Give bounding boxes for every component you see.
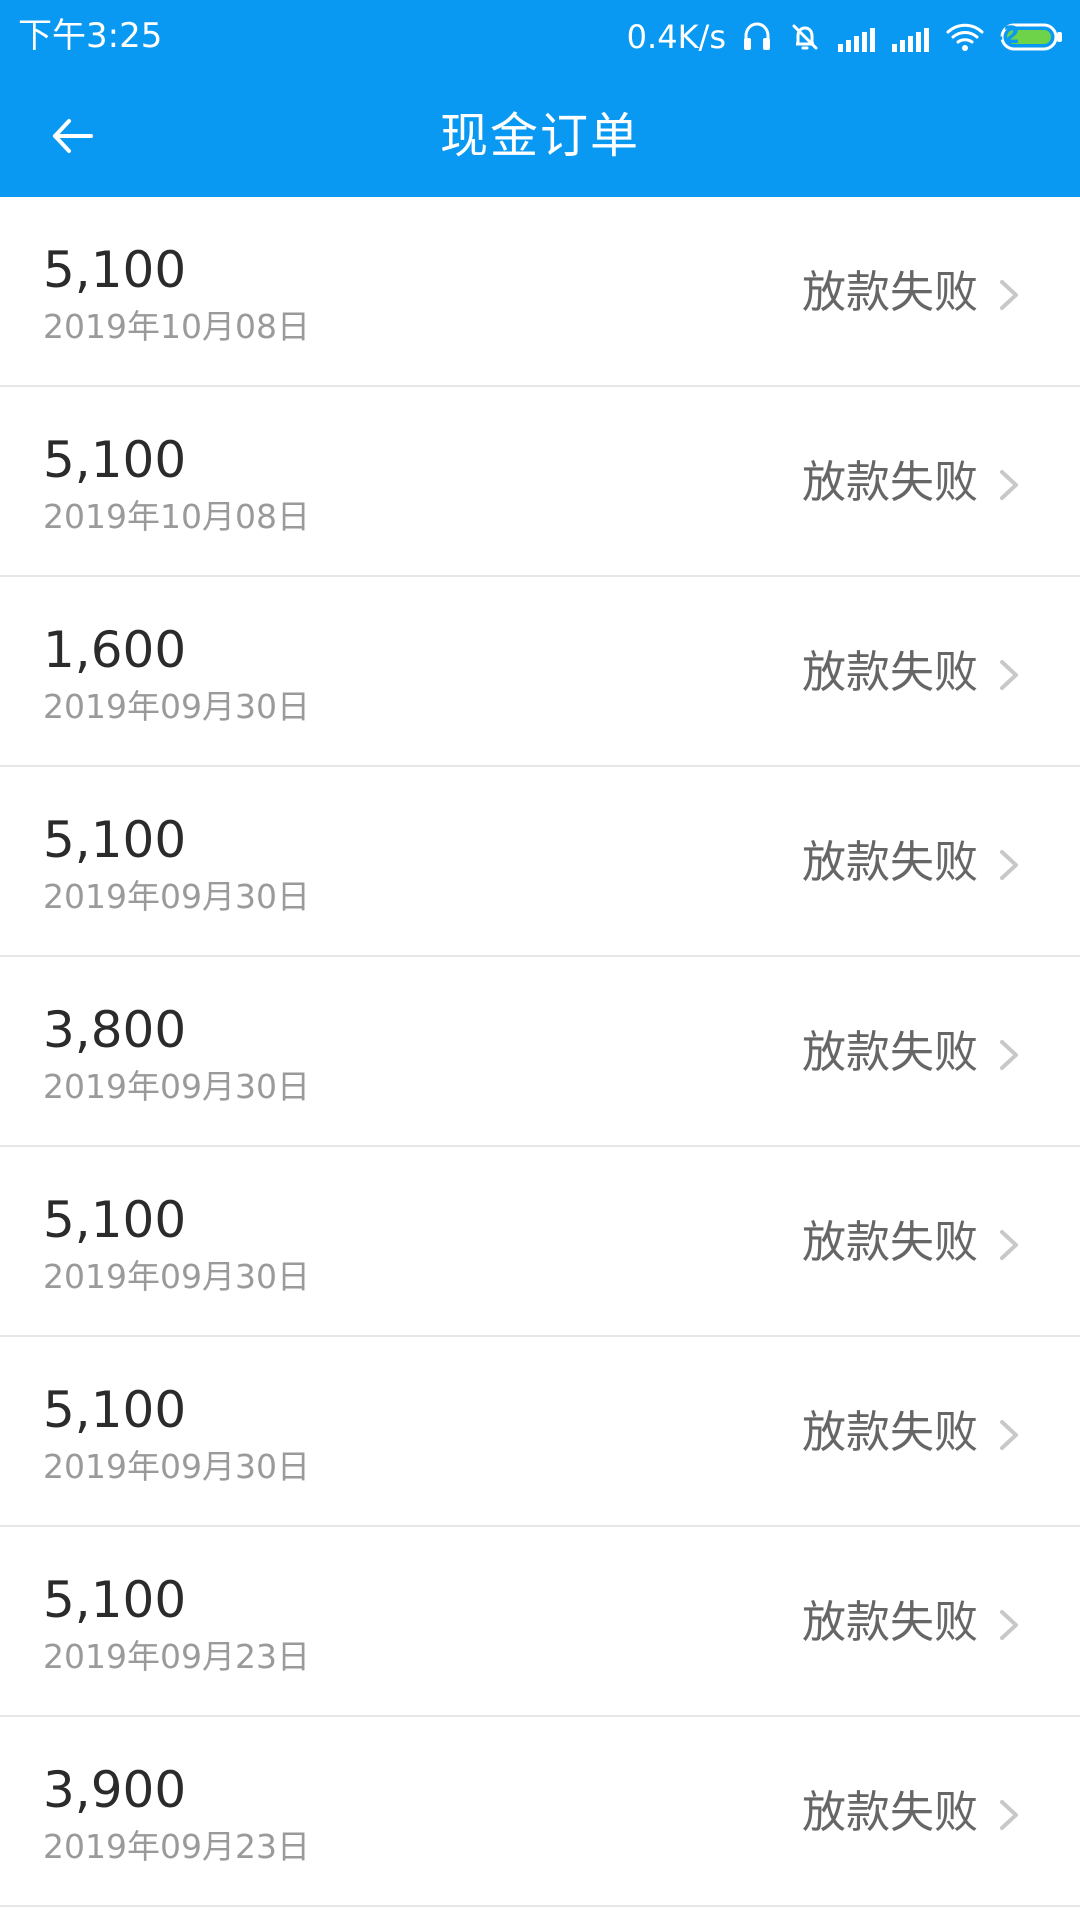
- order-row[interactable]: 5,100 2019年09月23日 放款失败: [0, 1527, 1080, 1717]
- chevron-right-icon: [994, 1415, 1024, 1455]
- mute-bell-icon: [788, 20, 822, 54]
- order-amount: 5,100: [43, 1571, 187, 1629]
- chevron-right-icon: [994, 1795, 1024, 1835]
- order-row[interactable]: 3,900 2019年09月23日 放款失败: [0, 1717, 1080, 1907]
- order-status: 放款失败: [802, 457, 978, 508]
- order-date: 2019年09月23日: [43, 1827, 310, 1866]
- order-status: 放款失败: [802, 1597, 978, 1648]
- signal-icon: [836, 20, 876, 54]
- order-date: 2019年09月23日: [43, 1637, 310, 1676]
- order-amount: 5,100: [43, 1381, 187, 1439]
- status-icons: 0.4K/s 42: [627, 14, 1064, 60]
- order-date: 2019年09月30日: [43, 1447, 310, 1486]
- order-status: 放款失败: [802, 1407, 978, 1458]
- order-status: 放款失败: [802, 267, 978, 318]
- order-status: 放款失败: [802, 1787, 978, 1838]
- status-bar: 下午3:25 0.4K/s 42: [0, 0, 1080, 76]
- order-date: 2019年10月08日: [43, 497, 310, 536]
- chevron-right-icon: [994, 465, 1024, 505]
- chevron-right-icon: [994, 275, 1024, 315]
- order-date: 2019年09月30日: [43, 877, 310, 916]
- order-date: 2019年09月30日: [43, 1067, 310, 1106]
- order-amount: 1,600: [43, 621, 187, 679]
- order-amount: 3,900: [43, 1761, 187, 1819]
- top-bar: 下午3:25 0.4K/s 42 现金订单: [0, 0, 1080, 197]
- order-status: 放款失败: [802, 1027, 978, 1078]
- battery-level: 42: [986, 21, 1020, 49]
- chevron-right-icon: [994, 845, 1024, 885]
- order-amount: 5,100: [43, 811, 187, 869]
- order-status: 放款失败: [802, 1217, 978, 1268]
- order-row[interactable]: 1,600 2019年09月30日 放款失败: [0, 577, 1080, 767]
- chevron-right-icon: [994, 655, 1024, 695]
- headphones-icon: [740, 20, 774, 54]
- order-row[interactable]: 5,100 2019年10月08日 放款失败: [0, 197, 1080, 387]
- order-row[interactable]: 5,100 2019年09月30日 放款失败: [0, 1337, 1080, 1527]
- order-date: 2019年10月08日: [43, 307, 310, 346]
- order-date: 2019年09月30日: [43, 1257, 310, 1296]
- network-speed: 0.4K/s: [626, 18, 726, 56]
- order-amount: 5,100: [43, 1191, 187, 1249]
- status-time: 下午3:25: [18, 16, 163, 56]
- order-row[interactable]: 5,100 2019年09月30日 放款失败: [0, 767, 1080, 957]
- order-date: 2019年09月30日: [43, 687, 310, 726]
- order-row[interactable]: 5,100 2019年09月30日 放款失败: [0, 1147, 1080, 1337]
- orders-list: 5,100 2019年10月08日 放款失败 5,100 2019年10月08日…: [0, 197, 1080, 1907]
- order-row[interactable]: 5,100 2019年10月08日 放款失败: [0, 387, 1080, 577]
- wifi-icon: [944, 20, 986, 54]
- signal-icon: [890, 20, 930, 54]
- order-status: 放款失败: [802, 647, 978, 698]
- chevron-right-icon: [994, 1605, 1024, 1645]
- order-status: 放款失败: [802, 837, 978, 888]
- order-amount: 3,800: [43, 1001, 187, 1059]
- app-bar: 现金订单: [0, 76, 1080, 197]
- page-title: 现金订单: [439, 108, 640, 164]
- order-amount: 5,100: [43, 241, 187, 299]
- chevron-right-icon: [994, 1225, 1024, 1265]
- order-row[interactable]: 3,800 2019年09月30日 放款失败: [0, 957, 1080, 1147]
- order-amount: 5,100: [43, 431, 187, 489]
- chevron-right-icon: [994, 1035, 1024, 1075]
